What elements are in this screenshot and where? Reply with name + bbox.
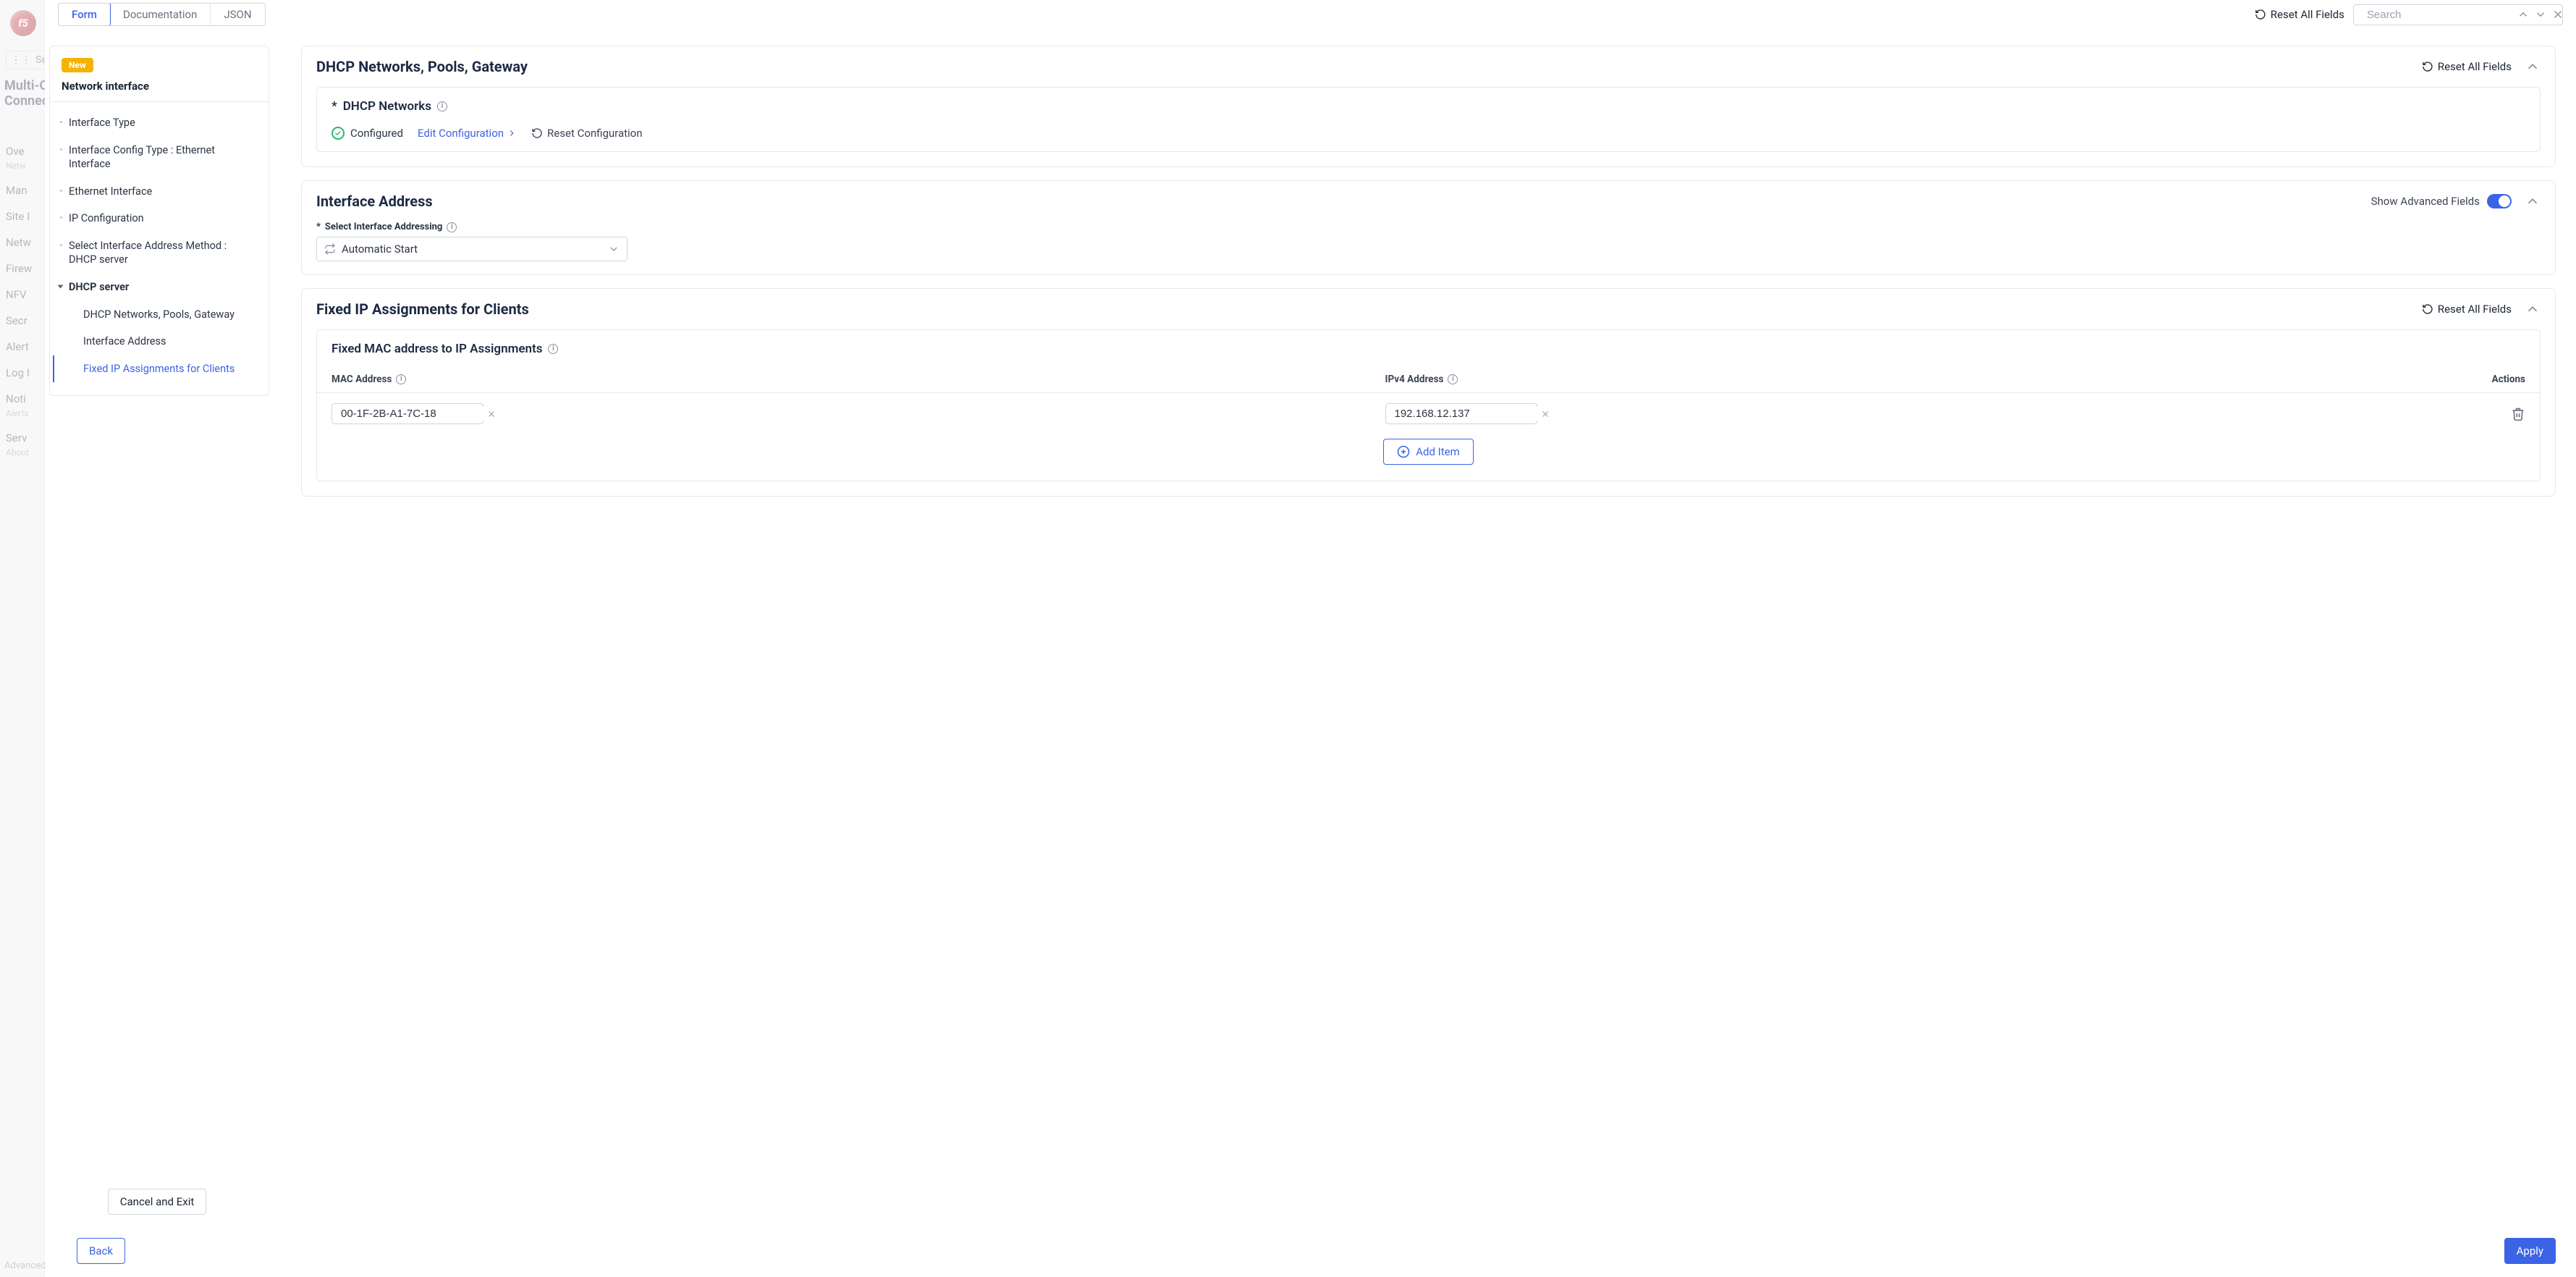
- field-label-addressing: * Select Interface Addressing i: [316, 222, 2541, 237]
- col-ipv4: IPv4 Address i: [1385, 374, 2439, 385]
- search-prev-icon[interactable]: [2517, 8, 2530, 21]
- chevron-up-icon: [2525, 193, 2541, 209]
- delete-row-icon[interactable]: [2511, 407, 2525, 421]
- clear-mac-icon[interactable]: [486, 408, 497, 421]
- fixed-ip-row: [317, 393, 2540, 434]
- edit-configuration-label: Edit Configuration: [418, 127, 504, 140]
- outline-item-select-address-method[interactable]: Select Interface Address Method : DHCP s…: [50, 232, 269, 274]
- card-title-ifaddr: Interface Address: [316, 193, 433, 210]
- outline-tree: Interface Type Interface Config Type : E…: [50, 102, 269, 395]
- topbar: Form Documentation JSON Reset All Fields: [45, 0, 2576, 30]
- reset-all-dhcp-label: Reset All Fields: [2438, 60, 2512, 73]
- card-fixed-ip: Fixed IP Assignments for Clients Reset A…: [301, 288, 2556, 497]
- show-advanced-toggle: Show Advanced Fields: [2371, 194, 2512, 208]
- tab-json[interactable]: JSON: [211, 4, 264, 25]
- reset-all-fixedip[interactable]: Reset All Fields: [2422, 303, 2512, 316]
- required-star: *: [331, 99, 337, 114]
- info-icon[interactable]: i: [1448, 374, 1458, 384]
- edit-configuration-link[interactable]: Edit Configuration: [418, 127, 517, 140]
- card-title-dhcp: DHCP Networks, Pools, Gateway: [316, 58, 528, 75]
- fixed-ip-subhead-label: Fixed MAC address to IP Assignments: [331, 342, 542, 356]
- outline-card: New Network interface Interface Type Int…: [49, 46, 269, 396]
- show-advanced-label: Show Advanced Fields: [2371, 195, 2480, 208]
- addressing-select-value: Automatic Start: [342, 243, 418, 256]
- info-icon[interactable]: i: [437, 101, 447, 111]
- new-badge: New: [62, 58, 93, 72]
- chevron-up-icon: [2525, 301, 2541, 317]
- dhcp-networks-subhead: * DHCP Networks i: [331, 99, 2525, 114]
- reset-all-fields-top[interactable]: Reset All Fields: [2255, 8, 2344, 21]
- collapse-toggle-fixedip[interactable]: [2525, 301, 2541, 317]
- fixed-ip-subhead: Fixed MAC address to IP Assignments i: [317, 342, 2540, 366]
- chevron-up-icon: [2525, 59, 2541, 75]
- outline-item-ethernet-interface[interactable]: Ethernet Interface: [50, 178, 269, 206]
- collapse-toggle-ifaddr[interactable]: [2525, 193, 2541, 209]
- required-star: *: [316, 222, 321, 232]
- apply-button[interactable]: Apply: [2504, 1238, 2556, 1264]
- undo-icon: [2422, 303, 2433, 315]
- search-input[interactable]: [2365, 8, 2512, 22]
- advanced-switch[interactable]: [2487, 194, 2512, 208]
- tab-documentation[interactable]: Documentation: [110, 4, 211, 25]
- add-item-button[interactable]: Add Item: [1383, 439, 1474, 465]
- card-dhcp-networks: DHCP Networks, Pools, Gateway Reset All …: [301, 46, 2556, 167]
- field-label-text: Select Interface Addressing: [325, 222, 442, 232]
- status-configured: Configured: [331, 127, 403, 140]
- plus-circle-icon: [1397, 445, 1410, 458]
- cancel-and-exit-button[interactable]: Cancel and Exit: [108, 1189, 207, 1215]
- dhcp-networks-label: DHCP Networks: [343, 99, 431, 114]
- col-actions: Actions: [2438, 374, 2525, 385]
- mac-input[interactable]: [339, 407, 486, 421]
- info-icon[interactable]: i: [396, 374, 406, 384]
- swap-icon: [324, 243, 336, 255]
- outline-item-interface-config-type[interactable]: Interface Config Type : Ethernet Interfa…: [50, 137, 269, 178]
- reset-all-fixedip-label: Reset All Fields: [2438, 303, 2512, 316]
- reset-configuration-label: Reset Configuration: [547, 127, 642, 140]
- undo-icon: [531, 127, 543, 139]
- info-icon[interactable]: i: [447, 222, 457, 232]
- outline-item-fixed-ip[interactable]: Fixed IP Assignments for Clients: [53, 355, 269, 383]
- outline-title: Network interface: [62, 80, 257, 93]
- outline-item-dhcp-networks[interactable]: DHCP Networks, Pools, Gateway: [50, 301, 269, 329]
- chevron-right-icon: [507, 128, 517, 138]
- status-configured-label: Configured: [350, 127, 403, 140]
- card-title-fixedip: Fixed IP Assignments for Clients: [316, 300, 529, 318]
- fixed-ip-table-head: MAC Address i IPv4 Address i Actions: [317, 366, 2540, 393]
- tab-form[interactable]: Form: [58, 3, 111, 26]
- ipv4-input-wrap: [1385, 403, 1537, 424]
- collapse-toggle-dhcp[interactable]: [2525, 59, 2541, 75]
- check-circle-icon: [331, 127, 345, 140]
- chevron-down-icon: [608, 243, 620, 255]
- bottom-bar: Back Apply: [45, 1228, 2576, 1277]
- search-close-icon[interactable]: [2551, 8, 2564, 21]
- reset-configuration-link[interactable]: Reset Configuration: [531, 127, 642, 140]
- reset-all-label: Reset All Fields: [2271, 8, 2344, 21]
- clear-ipv4-icon[interactable]: [1540, 408, 1550, 421]
- add-item-label: Add Item: [1416, 445, 1460, 458]
- search-next-icon[interactable]: [2534, 8, 2547, 21]
- fixed-ip-inner: Fixed MAC address to IP Assignments i MA…: [316, 329, 2541, 481]
- col-mac: MAC Address i: [331, 374, 1385, 385]
- back-button[interactable]: Back: [77, 1238, 125, 1264]
- outline-item-ip-configuration[interactable]: IP Configuration: [50, 205, 269, 232]
- ipv4-input[interactable]: [1393, 407, 1540, 421]
- addressing-select[interactable]: Automatic Start: [316, 237, 628, 261]
- content-scroll[interactable]: DHCP Networks, Pools, Gateway Reset All …: [269, 30, 2576, 1228]
- outline-item-interface-type[interactable]: Interface Type: [50, 109, 269, 137]
- outline-panel: New Network interface Interface Type Int…: [45, 30, 269, 1228]
- undo-icon: [2422, 61, 2433, 72]
- outline-item-interface-address[interactable]: Interface Address: [50, 328, 269, 355]
- dhcp-networks-inner: * DHCP Networks i Configured Edit Config: [316, 87, 2541, 152]
- view-mode-tabs: Form Documentation JSON: [58, 3, 266, 26]
- info-icon[interactable]: i: [548, 344, 558, 354]
- search-box[interactable]: [2353, 4, 2563, 25]
- outline-item-dhcp-server[interactable]: DHCP server: [50, 274, 269, 301]
- card-interface-address: Interface Address Show Advanced Fields *: [301, 180, 2556, 275]
- config-modal: Form Documentation JSON Reset All Fields…: [45, 0, 2576, 1277]
- mac-input-wrap: [331, 403, 483, 424]
- reset-all-dhcp[interactable]: Reset All Fields: [2422, 60, 2512, 73]
- undo-icon: [2255, 9, 2266, 20]
